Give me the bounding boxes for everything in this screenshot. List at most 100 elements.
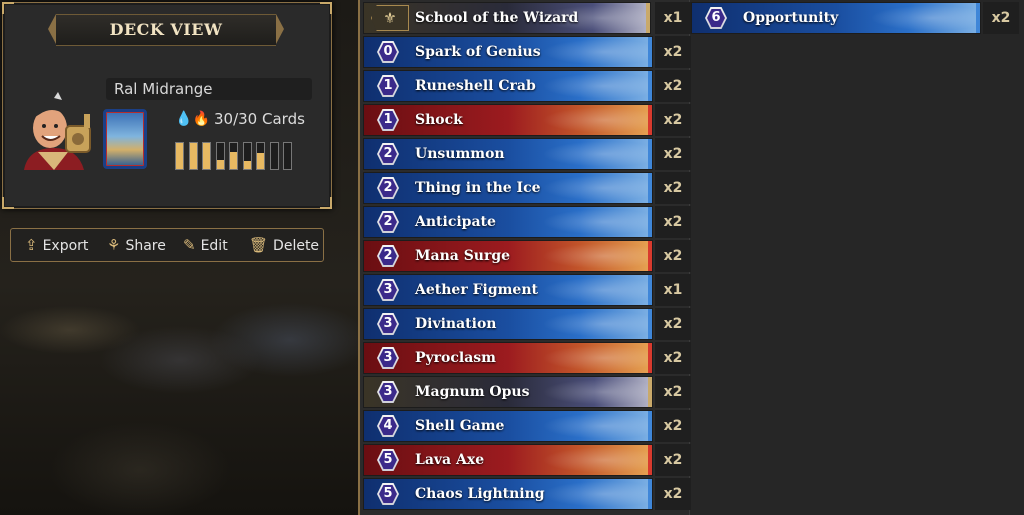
card-row[interactable]: 6 Opportunity x2 xyxy=(691,2,1019,34)
card-row[interactable]: 1 Shock x2 xyxy=(363,104,691,136)
card-row[interactable]: 4 Shell Game x2 xyxy=(363,410,691,442)
card-quantity: x2 xyxy=(983,2,1019,34)
card-name: Shell Game xyxy=(415,418,505,434)
card-art xyxy=(532,105,652,135)
card-color-stripe xyxy=(648,309,652,339)
mana-cost-value: 2 xyxy=(379,179,397,197)
card-row[interactable]: 3 Aether Figment x1 xyxy=(363,274,691,306)
card-name: Chaos Lightning xyxy=(415,486,545,502)
mana-cost-value: 3 xyxy=(379,383,397,401)
card-color-stripe xyxy=(648,139,652,169)
card-bar xyxy=(363,410,653,442)
mana-cost-value: 1 xyxy=(379,111,397,129)
card-art xyxy=(532,479,652,509)
card-art xyxy=(532,445,652,475)
card-name: Mana Surge xyxy=(415,248,511,264)
curve-bar xyxy=(215,142,225,170)
curve-fill xyxy=(216,159,224,169)
card-name: Anticipate xyxy=(415,214,496,230)
card-art xyxy=(532,139,652,169)
card-color-stripe xyxy=(648,411,652,441)
card-color-stripe xyxy=(648,377,652,407)
card-art xyxy=(532,309,652,339)
share-label: Share xyxy=(125,238,166,254)
card-name: Thing in the Ice xyxy=(415,180,541,196)
card-row[interactable]: 2 Anticipate x2 xyxy=(363,206,691,238)
card-row[interactable]: 5 Lava Axe x2 xyxy=(363,444,691,476)
card-art xyxy=(532,377,652,407)
planeswalker-avatar[interactable] xyxy=(14,92,94,172)
card-row[interactable]: ⚜ School of the Wizard x1 xyxy=(363,2,691,34)
card-art xyxy=(532,71,652,101)
card-art xyxy=(532,343,652,373)
card-color-stripe xyxy=(648,37,652,67)
curve-bar xyxy=(202,142,211,170)
mana-cost-value: 2 xyxy=(379,145,397,163)
card-row[interactable]: 3 Divination x2 xyxy=(363,308,691,340)
card-bar xyxy=(363,342,653,374)
card-bar xyxy=(363,206,653,238)
export-button[interactable]: ⇪ Export xyxy=(25,229,88,261)
curve-bar xyxy=(256,142,265,170)
card-art xyxy=(860,3,980,33)
mana-cost-value: 3 xyxy=(379,349,397,367)
card-art xyxy=(532,207,652,237)
card-quantity: x2 xyxy=(655,308,691,340)
curve-fill xyxy=(257,153,264,169)
mana-cost-value: 3 xyxy=(379,281,397,299)
curve-bar xyxy=(242,142,252,170)
curve-fill xyxy=(203,143,210,169)
panel-corner xyxy=(2,2,14,14)
card-bar xyxy=(363,138,653,170)
mana-cost-value: 6 xyxy=(707,9,725,27)
card-quantity: x2 xyxy=(655,342,691,374)
card-quantity: x2 xyxy=(655,138,691,170)
curve-fill xyxy=(230,152,237,169)
mana-cost-value: 4 xyxy=(379,417,397,435)
header-left-cap xyxy=(48,14,56,44)
card-color-stripe xyxy=(648,207,652,237)
edit-button[interactable]: ✎ Edit xyxy=(183,229,228,261)
curve-fill xyxy=(243,161,251,169)
mana-cost-value: 2 xyxy=(379,213,397,231)
curve-bar xyxy=(229,142,238,170)
card-row[interactable]: 3 Pyroclasm x2 xyxy=(363,342,691,374)
delete-icon: 🗑 xyxy=(249,236,269,254)
card-name: School of the Wizard xyxy=(415,10,579,26)
mana-cost-value: 5 xyxy=(379,451,397,469)
card-quantity: x2 xyxy=(655,240,691,272)
deck-name-field[interactable]: Ral Midrange xyxy=(106,78,312,100)
card-row[interactable]: 1 Runeshell Crab x2 xyxy=(363,70,691,102)
card-color-stripe xyxy=(648,275,652,305)
card-art xyxy=(532,173,652,203)
card-name: Opportunity xyxy=(743,10,839,26)
card-row[interactable]: 2 Unsummon x2 xyxy=(363,138,691,170)
curve-bar xyxy=(269,142,279,170)
card-row[interactable]: 2 Mana Surge x2 xyxy=(363,240,691,272)
curve-fill xyxy=(176,143,183,169)
delete-button[interactable]: 🗑 Delete xyxy=(249,229,319,261)
mana-curve xyxy=(175,140,299,170)
card-row[interactable]: 0 Spark of Genius x2 xyxy=(363,36,691,68)
set-symbol-icon: ⚜ xyxy=(371,5,409,31)
mana-cost-value: 3 xyxy=(379,315,397,333)
share-button[interactable]: ⚘ Share xyxy=(107,229,166,261)
card-name: Pyroclasm xyxy=(415,350,496,366)
delete-label: Delete xyxy=(273,238,320,254)
export-icon: ⇪ xyxy=(25,236,38,254)
card-row[interactable]: 2 Thing in the Ice x2 xyxy=(363,172,691,204)
card-art xyxy=(532,275,652,305)
mana-cost-value: 5 xyxy=(379,485,397,503)
panel-corner xyxy=(320,2,332,14)
card-color-stripe xyxy=(646,3,650,33)
card-row[interactable]: 3 Magnum Opus x2 xyxy=(363,376,691,408)
card-art xyxy=(532,411,652,441)
card-color-stripe xyxy=(648,479,652,509)
blue-mana-icon: 💧 xyxy=(175,111,193,127)
edit-label: Edit xyxy=(200,238,228,254)
card-name: Spark of Genius xyxy=(415,44,541,60)
card-row[interactable]: 5 Chaos Lightning x2 xyxy=(363,478,691,510)
card-quantity: x2 xyxy=(655,410,691,442)
card-name: Runeshell Crab xyxy=(415,78,536,94)
card-name: Lava Axe xyxy=(415,452,485,468)
